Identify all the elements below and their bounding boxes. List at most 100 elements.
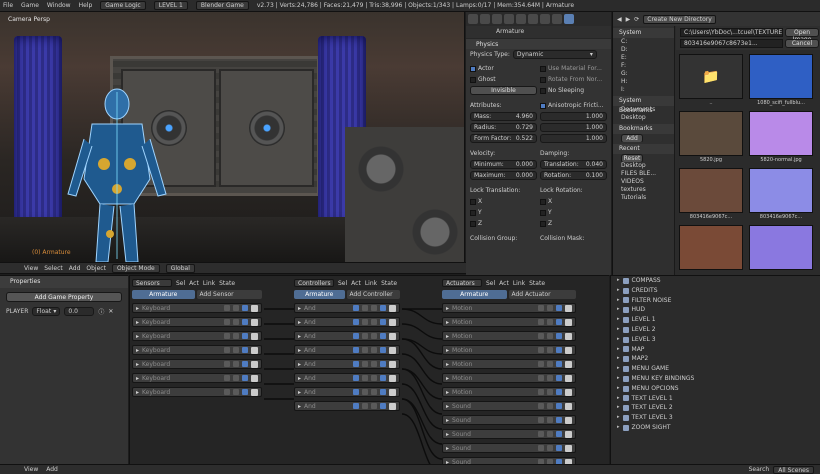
system-bookmarks-header[interactable]: System Bookmarks [613, 96, 674, 114]
move-up-icon[interactable] [538, 347, 544, 353]
close-icon[interactable] [565, 388, 572, 396]
move-down-icon[interactable] [233, 347, 239, 353]
thumbnail-item[interactable]: 📁.. [679, 54, 743, 108]
pin-icon[interactable] [353, 375, 359, 381]
sensors-flag[interactable]: Link [203, 280, 215, 287]
expand-arrow-icon[interactable]: ▸ [617, 423, 620, 433]
actuator-brick[interactable]: ▸ Sound [442, 415, 576, 425]
lock-translation-y-checkbox[interactable] [470, 209, 476, 216]
actuator-brick[interactable]: ▸ Sound [442, 443, 576, 453]
expand-arrow-icon[interactable]: ▸ [446, 333, 449, 340]
add-actuator-select[interactable]: Add Actuator [508, 290, 576, 299]
move-up-icon[interactable] [362, 375, 368, 381]
actor-checkbox[interactable] [470, 65, 476, 72]
physics-panel-header[interactable]: Physics [466, 38, 611, 49]
controller-brick[interactable]: ▸ And [294, 303, 400, 313]
lock-translation-z-checkbox[interactable] [470, 220, 476, 227]
move-up-icon[interactable] [224, 375, 230, 381]
move-down-icon[interactable] [371, 347, 377, 353]
sensors-flag[interactable]: State [219, 280, 235, 287]
expand-arrow-icon[interactable]: ▸ [617, 286, 620, 296]
close-icon[interactable] [389, 346, 396, 354]
expand-arrow-icon[interactable]: ▸ [298, 347, 301, 354]
recent-item[interactable]: textures [613, 186, 674, 194]
expand-arrow-icon[interactable]: ▸ [617, 345, 620, 355]
sensors-flag[interactable]: Sel [176, 280, 185, 287]
active-checkbox[interactable] [556, 347, 562, 353]
controllers-flag[interactable]: State [381, 280, 397, 287]
outliner-item[interactable]: ▸ ZOOM SIGHT [611, 423, 820, 433]
move-up-icon[interactable] [224, 389, 230, 395]
move-up-icon[interactable] [224, 333, 230, 339]
move-down-icon[interactable] [547, 445, 553, 451]
pin-icon[interactable] [353, 319, 359, 325]
move-down-icon[interactable] [547, 417, 553, 423]
move-up-icon[interactable] [362, 347, 368, 353]
menu-help[interactable]: Help [79, 2, 93, 9]
drive-item[interactable]: H: [613, 78, 674, 86]
physics-tab-icon[interactable] [564, 14, 574, 24]
game-properties-header[interactable]: Properties [0, 276, 128, 288]
controllers-dropdown[interactable]: Controllers [294, 279, 334, 287]
expand-arrow-icon[interactable]: ▸ [617, 403, 620, 413]
active-checkbox[interactable] [380, 305, 386, 311]
thumbnail-item[interactable]: 803416e9067c... [749, 168, 813, 222]
sensors-dropdown[interactable]: Sensors [132, 279, 172, 287]
constraints-tab-icon[interactable] [516, 14, 526, 24]
create-directory-button[interactable]: Create New Directory [643, 14, 716, 24]
expand-arrow-icon[interactable]: ▸ [446, 305, 449, 312]
expand-arrow-icon[interactable]: ▸ [298, 403, 301, 410]
move-up-icon[interactable] [538, 305, 544, 311]
back-icon[interactable]: ◀ [617, 16, 622, 23]
no-sleeping-checkbox[interactable] [540, 87, 546, 94]
expand-arrow-icon[interactable]: ▸ [617, 325, 620, 335]
move-up-icon[interactable] [224, 319, 230, 325]
active-checkbox[interactable] [380, 361, 386, 367]
drive-item[interactable]: G: [613, 70, 674, 78]
active-checkbox[interactable] [556, 333, 562, 339]
move-down-icon[interactable] [547, 305, 553, 311]
drive-item[interactable]: F: [613, 62, 674, 70]
expand-arrow-icon[interactable]: ▸ [136, 361, 139, 368]
active-checkbox[interactable] [242, 389, 248, 395]
outliner-item[interactable]: ▸ FILTER NOISE [611, 296, 820, 306]
add-bookmark-button[interactable]: Add [621, 134, 643, 142]
object-tab-icon[interactable] [504, 14, 514, 24]
drive-item[interactable]: D: [613, 46, 674, 54]
expand-arrow-icon[interactable]: ▸ [446, 445, 449, 452]
move-down-icon[interactable] [547, 403, 553, 409]
armature-character[interactable] [62, 84, 172, 262]
bone-tab-icon[interactable] [552, 14, 562, 24]
bottom-menu-add[interactable]: Add [46, 466, 58, 473]
active-checkbox[interactable] [380, 375, 386, 381]
expand-arrow-icon[interactable]: ▸ [446, 347, 449, 354]
active-checkbox[interactable] [556, 403, 562, 409]
outliner-item[interactable]: ▸ MENU GAME [611, 364, 820, 374]
move-down-icon[interactable] [371, 333, 377, 339]
move-down-icon[interactable] [233, 389, 239, 395]
expand-arrow-icon[interactable]: ▸ [617, 364, 620, 374]
recent-header[interactable]: Recent [613, 144, 674, 154]
expand-arrow-icon[interactable]: ▸ [136, 389, 139, 396]
expand-arrow-icon[interactable]: ▸ [617, 354, 620, 364]
menu-game[interactable]: Game [21, 2, 39, 9]
actuator-brick[interactable]: ▸ Sound [442, 429, 576, 439]
bookmark-desktop[interactable]: Desktop [613, 114, 674, 122]
outliner-item[interactable]: ▸ MENU OPCIONS [611, 384, 820, 394]
close-icon[interactable] [565, 374, 572, 382]
actuator-brick[interactable]: ▸ Sound [442, 401, 576, 411]
expand-arrow-icon[interactable]: ▸ [446, 389, 449, 396]
close-icon[interactable] [389, 388, 396, 396]
actuator-brick[interactable]: ▸ Motion [442, 317, 576, 327]
active-checkbox[interactable] [242, 375, 248, 381]
thumbnail-item[interactable]: 5820.jpg [679, 111, 743, 165]
menu-file[interactable]: File [3, 2, 13, 9]
expand-arrow-icon[interactable]: ▸ [298, 375, 301, 382]
open-image-button[interactable]: Open Image [785, 28, 819, 43]
expand-arrow-icon[interactable]: ▸ [446, 361, 449, 368]
forward-icon[interactable]: ▶ [626, 16, 631, 23]
outliner-item[interactable]: ▸ CREDITS [611, 286, 820, 296]
mass-field[interactable]: Mass: 4.960 [470, 112, 537, 121]
aniso-x-field[interactable]: 1.000 [540, 112, 607, 121]
move-up-icon[interactable] [224, 347, 230, 353]
